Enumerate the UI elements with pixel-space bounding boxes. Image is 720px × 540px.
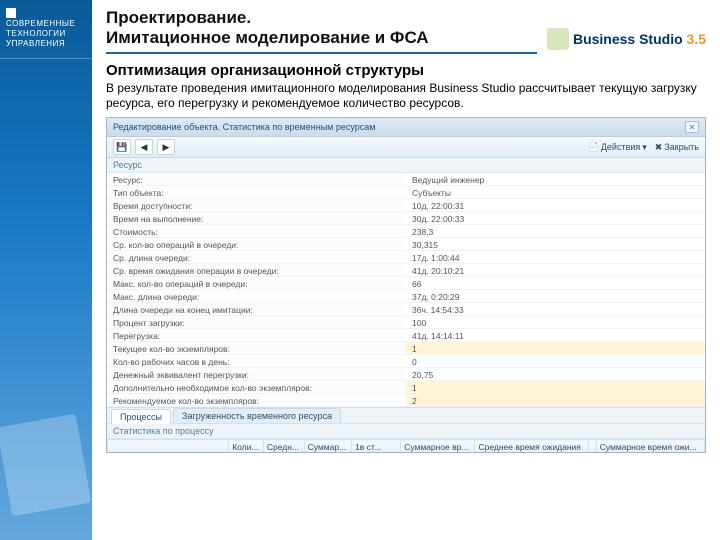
sidebar-decoration — [0, 414, 91, 517]
prop-value: 37д. 0:20:29 — [406, 290, 705, 303]
left-sidebar: СОВРЕМЕННЫЕ ТЕХНОЛОГИИ УПРАВЛЕНИЯ — [0, 0, 92, 540]
prop-label: Процент загрузки: — [107, 316, 406, 329]
window-titlebar: Редактирование объекта. Статистика по вр… — [107, 118, 705, 137]
toolbar-close-button[interactable]: ✖ Закрыть — [655, 142, 699, 153]
prop-value: 2 — [406, 394, 705, 407]
col-header[interactable]: Средн... — [263, 440, 304, 453]
prop-label: Ср. кол-во операций в очереди: — [107, 238, 406, 251]
prop-label: Рекомендуемое кол-во экземпляров: — [107, 394, 406, 407]
prop-label: Стоимость: — [107, 225, 406, 238]
window-title: Редактирование объекта. Статистика по вр… — [113, 122, 375, 132]
col-header[interactable]: Среднее время ожидания — [475, 440, 589, 453]
prop-value: 1 — [406, 381, 705, 394]
col-header[interactable] — [589, 440, 596, 453]
col-header[interactable]: Коли... — [229, 440, 264, 453]
prop-value: Субъекты — [406, 186, 705, 199]
prop-label: Время доступности: — [107, 199, 406, 212]
page-title-line1: Проектирование. — [106, 8, 706, 28]
prop-label: Макс. длина очереди: — [107, 290, 406, 303]
brand-logo: Business Studio 3.5 — [537, 28, 706, 50]
prop-label: Тип объекта: — [107, 186, 406, 199]
toolbar-save-icon[interactable]: 💾 — [113, 139, 131, 155]
col-header[interactable] — [108, 440, 229, 453]
tab[interactable]: Процессы — [111, 409, 171, 424]
company-logo: СОВРЕМЕННЫЕ ТЕХНОЛОГИИ УПРАВЛЕНИЯ — [0, 0, 92, 59]
kv-section-header: Ресурс — [107, 158, 705, 173]
prop-label: Время на выполнение: — [107, 212, 406, 225]
subsection-header: Статистика по процессу — [107, 424, 705, 439]
prop-label: Ср. длина очереди: — [107, 251, 406, 264]
col-header[interactable]: Суммарное время ожи... — [596, 440, 704, 453]
prop-value: Ведущий инженер — [406, 173, 705, 186]
tabs-row: ПроцессыЗагруженность временного ресурса — [107, 407, 705, 424]
prop-value: 36ч. 14:54:33 — [406, 303, 705, 316]
prop-label: Кол-во рабочих часов в день: — [107, 355, 406, 368]
prop-value: 30,315 — [406, 238, 705, 251]
prop-value: 66 — [406, 277, 705, 290]
prop-value: 41д. 14:14:11 — [406, 329, 705, 342]
prop-label: Макс. кол-во операций в очереди: — [107, 277, 406, 290]
prop-label: Дополнительно необходимое кол-во экземпл… — [107, 381, 406, 394]
prop-value: 10д. 22:00:31 — [406, 199, 705, 212]
tab[interactable]: Загруженность временного ресурса — [173, 408, 341, 423]
prop-value: 1 — [406, 342, 705, 355]
prop-label: Длина очереди на конец имитации: — [107, 303, 406, 316]
prop-value: 100 — [406, 316, 705, 329]
prop-label: Ресурс: — [107, 173, 406, 186]
prop-value: 17д. 1:00:44 — [406, 251, 705, 264]
toolbar: 💾 ◀ ▶ 📄 Действия ▾ ✖ Закрыть — [107, 137, 705, 158]
prop-label: Ср. время ожидания операции в очереди: — [107, 264, 406, 277]
app-window: Редактирование объекта. Статистика по вр… — [106, 117, 706, 453]
prop-value: 30д. 22:00:33 — [406, 212, 705, 225]
prop-value: 41д. 20:10:21 — [406, 264, 705, 277]
col-header[interactable]: Суммар... — [304, 440, 351, 453]
toolbar-fwd-icon[interactable]: ▶ — [157, 139, 175, 155]
prop-label: Перегрузка: — [107, 329, 406, 342]
brand-icon — [547, 28, 569, 50]
section-paragraph: В результате проведения имитационного мо… — [106, 81, 706, 111]
prop-value: 20,75 — [406, 368, 705, 381]
window-close-button[interactable]: ✕ — [685, 121, 699, 133]
process-table: Коли...Средн...Суммар...1в ст...Суммарно… — [107, 439, 705, 452]
toolbar-back-icon[interactable]: ◀ — [135, 139, 153, 155]
prop-value: 238,3 — [406, 225, 705, 238]
toolbar-actions-button[interactable]: 📄 Действия ▾ — [588, 142, 647, 153]
prop-label: Текущее кол-во экземпляров: — [107, 342, 406, 355]
prop-value: 0 — [406, 355, 705, 368]
section-title: Оптимизация организационной структуры — [106, 62, 706, 79]
prop-label: Денежный эквивалент перегрузки: — [107, 368, 406, 381]
page-title-line2: Имитационное моделирование и ФСА — [106, 28, 537, 54]
col-header[interactable]: 1в ст... — [352, 440, 401, 453]
properties-grid: Ресурс:Ведущий инженерТип объекта:Субъек… — [107, 173, 705, 407]
col-header[interactable]: Суммарное вр... — [401, 440, 475, 453]
